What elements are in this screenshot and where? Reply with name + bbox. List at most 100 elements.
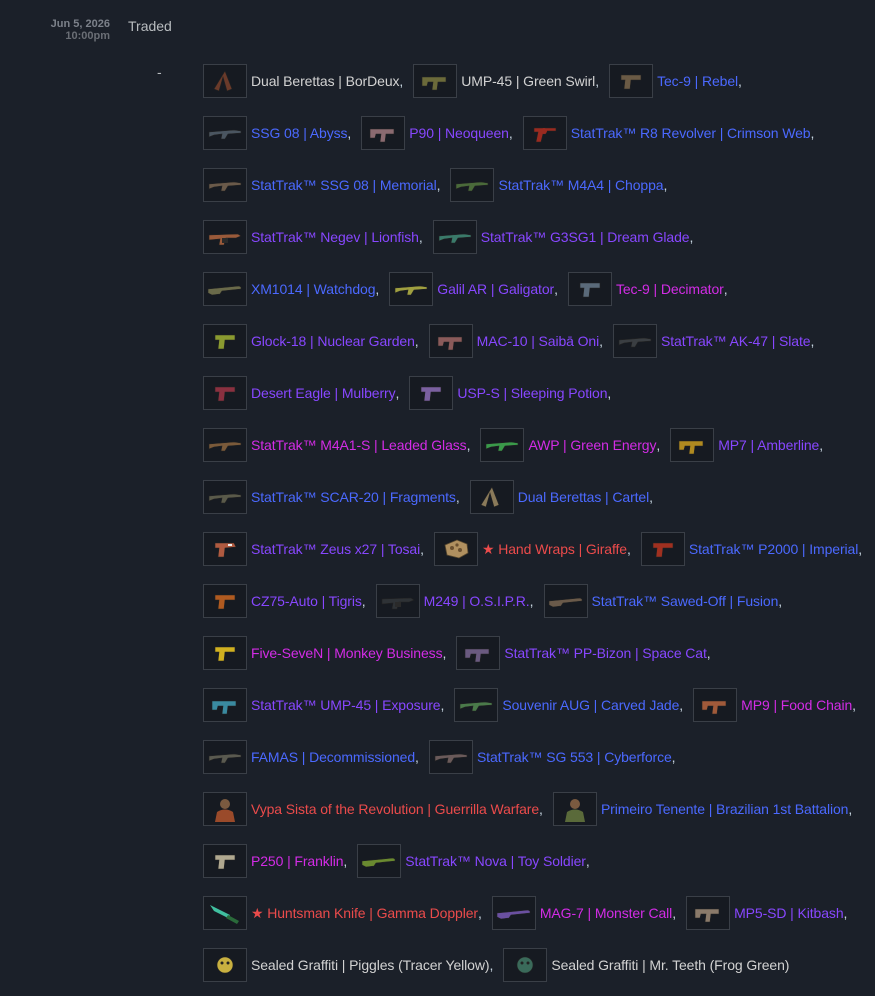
item-name-link[interactable]: UMP-45 | Green Swirl	[461, 73, 595, 89]
item-name-link[interactable]: StatTrak™ Sawed-Off | Fusion	[592, 593, 779, 609]
item-name-link[interactable]: StatTrak™ M4A1-S | Leaded Glass	[251, 437, 467, 453]
item-name-link[interactable]: StatTrak™ P2000 | Imperial	[689, 541, 858, 557]
taser-icon[interactable]	[203, 532, 247, 566]
traded-item[interactable]: Sealed Graffiti | Piggles (Tracer Yellow…	[203, 948, 493, 982]
traded-item[interactable]: Tec-9 | Rebel,	[609, 64, 742, 98]
pistol-icon[interactable]	[203, 584, 247, 618]
traded-item[interactable]: MAC-10 | Saibā Oni,	[428, 324, 603, 358]
traded-item[interactable]: StatTrak™ SG 553 | Cyberforce,	[428, 740, 676, 774]
item-name-link[interactable]: P250 | Franklin	[251, 853, 344, 869]
traded-item[interactable]: StatTrak™ AK-47 | Slate,	[613, 324, 814, 358]
traded-item[interactable]: UMP-45 | Green Swirl,	[413, 64, 599, 98]
pistol-icon[interactable]	[203, 636, 247, 670]
rifle-icon[interactable]	[480, 428, 525, 462]
traded-item[interactable]: ★ Huntsman Knife | Gamma Doppler,	[203, 896, 482, 930]
traded-item[interactable]: SSG 08 | Abyss,	[203, 116, 351, 150]
item-name-link[interactable]: Glock-18 | Nuclear Garden	[251, 333, 415, 349]
item-name-link[interactable]: ★ Hand Wraps | Giraffe	[482, 541, 627, 558]
smg-icon[interactable]	[693, 688, 738, 722]
item-name-link[interactable]: Primeiro Tenente | Brazilian 1st Battali…	[601, 801, 849, 817]
traded-item[interactable]: Sealed Graffiti | Mr. Teeth (Frog Green)	[503, 948, 789, 982]
traded-item[interactable]: Dual Berettas | BorDeux,	[203, 64, 403, 98]
item-name-link[interactable]: MAG-7 | Monster Call	[540, 905, 672, 921]
pistol-icon[interactable]	[567, 272, 612, 306]
item-name-link[interactable]: Tec-9 | Rebel	[657, 73, 738, 89]
smg-icon[interactable]	[456, 636, 501, 670]
traded-item[interactable]: StatTrak™ M4A4 | Choppa,	[450, 168, 667, 202]
smg-icon[interactable]	[428, 324, 473, 358]
traded-item[interactable]: StatTrak™ P2000 | Imperial,	[640, 532, 862, 566]
item-name-link[interactable]: Tec-9 | Decimator	[616, 281, 724, 297]
traded-item[interactable]: AWP | Green Energy,	[480, 428, 660, 462]
item-name-link[interactable]: StatTrak™ G3SG1 | Dream Glade	[481, 229, 690, 245]
pistol-icon[interactable]	[203, 376, 247, 410]
item-name-link[interactable]: USP-S | Sleeping Potion	[457, 385, 607, 401]
rifle-icon[interactable]	[203, 168, 247, 202]
traded-item[interactable]: P250 | Franklin,	[203, 844, 347, 878]
rifle-icon[interactable]	[432, 220, 477, 254]
traded-item[interactable]: Five-SeveN | Monkey Business,	[203, 636, 446, 670]
rifle-icon[interactable]	[428, 740, 473, 774]
traded-item[interactable]: StatTrak™ Sawed-Off | Fusion,	[543, 584, 782, 618]
traded-item[interactable]: StatTrak™ PP-Bizon | Space Cat,	[456, 636, 711, 670]
machinegun-icon[interactable]	[203, 220, 247, 254]
item-name-link[interactable]: StatTrak™ M4A4 | Choppa	[498, 177, 663, 193]
item-name-link[interactable]: StatTrak™ SCAR-20 | Fragments	[251, 489, 456, 505]
traded-item[interactable]: StatTrak™ M4A1-S | Leaded Glass,	[203, 428, 470, 462]
traded-item[interactable]: StatTrak™ Nova | Toy Soldier,	[357, 844, 590, 878]
traded-item[interactable]: StatTrak™ Negev | Lionfish,	[203, 220, 423, 254]
traded-item[interactable]: Glock-18 | Nuclear Garden,	[203, 324, 419, 358]
smg-icon[interactable]	[686, 896, 731, 930]
smg-icon[interactable]	[413, 64, 458, 98]
pistol-icon[interactable]	[640, 532, 685, 566]
shotgun-icon[interactable]	[203, 272, 247, 306]
traded-item[interactable]: P90 | Neoqueen,	[361, 116, 513, 150]
agent-icon[interactable]	[203, 792, 247, 826]
rifle-icon[interactable]	[613, 324, 657, 358]
item-name-link[interactable]: ★ Huntsman Knife | Gamma Doppler	[251, 905, 478, 922]
traded-item[interactable]: CZ75-Auto | Tigris,	[203, 584, 366, 618]
smg-icon[interactable]	[670, 428, 715, 462]
item-name-link[interactable]: Desert Eagle | Mulberry	[251, 385, 396, 401]
rifle-icon[interactable]	[450, 168, 495, 202]
shotgun-icon[interactable]	[543, 584, 588, 618]
traded-item[interactable]: MAG-7 | Monster Call,	[491, 896, 676, 930]
traded-item[interactable]: Desert Eagle | Mulberry,	[203, 376, 399, 410]
pistol-icon[interactable]	[203, 844, 247, 878]
rifle-icon[interactable]	[454, 688, 499, 722]
agent-icon[interactable]	[552, 792, 597, 826]
item-name-link[interactable]: StatTrak™ PP-Bizon | Space Cat	[504, 645, 707, 661]
item-name-link[interactable]: Dual Berettas | Cartel	[518, 489, 649, 505]
item-name-link[interactable]: Dual Berettas | BorDeux	[251, 73, 400, 89]
gloves-icon[interactable]	[434, 532, 478, 566]
rifle-icon[interactable]	[203, 116, 247, 150]
item-name-link[interactable]: Galil AR | Galigator	[437, 281, 554, 297]
item-name-link[interactable]: StatTrak™ SG 553 | Cyberforce	[477, 749, 672, 765]
item-name-link[interactable]: StatTrak™ SSG 08 | Memorial	[251, 177, 437, 193]
traded-item[interactable]: M249 | O.S.I.P.R.,	[375, 584, 534, 618]
item-name-link[interactable]: M249 | O.S.I.P.R.	[424, 593, 530, 609]
traded-item[interactable]: Souvenir AUG | Carved Jade,	[454, 688, 683, 722]
shotgun-icon[interactable]	[491, 896, 536, 930]
item-name-link[interactable]: SSG 08 | Abyss	[251, 125, 348, 141]
item-name-link[interactable]: Sealed Graffiti | Mr. Teeth (Frog Green)	[551, 957, 789, 973]
item-name-link[interactable]: Vypa Sista of the Revolution | Guerrilla…	[251, 801, 539, 817]
traded-item[interactable]: ★ Hand Wraps | Giraffe,	[434, 532, 631, 566]
rifle-icon[interactable]	[203, 740, 247, 774]
traded-item[interactable]: StatTrak™ SSG 08 | Memorial,	[203, 168, 440, 202]
traded-item[interactable]: StatTrak™ SCAR-20 | Fragments,	[203, 480, 460, 514]
item-name-link[interactable]: MP5-SD | Kitbash	[734, 905, 844, 921]
item-name-link[interactable]: MP7 | Amberline	[718, 437, 819, 453]
item-name-link[interactable]: P90 | Neoqueen	[409, 125, 509, 141]
traded-item[interactable]: Tec-9 | Decimator,	[567, 272, 728, 306]
traded-item[interactable]: StatTrak™ R8 Revolver | Crimson Web,	[522, 116, 814, 150]
pistol-icon[interactable]	[609, 64, 654, 98]
traded-item[interactable]: MP5-SD | Kitbash,	[686, 896, 847, 930]
smg-icon[interactable]	[361, 116, 406, 150]
traded-item[interactable]: Dual Berettas | Cartel,	[469, 480, 653, 514]
rifle-icon[interactable]	[203, 428, 247, 462]
dual-berettas-icon[interactable]	[203, 64, 247, 98]
pistol-icon[interactable]	[409, 376, 454, 410]
item-name-link[interactable]: StatTrak™ Negev | Lionfish	[251, 229, 419, 245]
rifle-icon[interactable]	[389, 272, 434, 306]
